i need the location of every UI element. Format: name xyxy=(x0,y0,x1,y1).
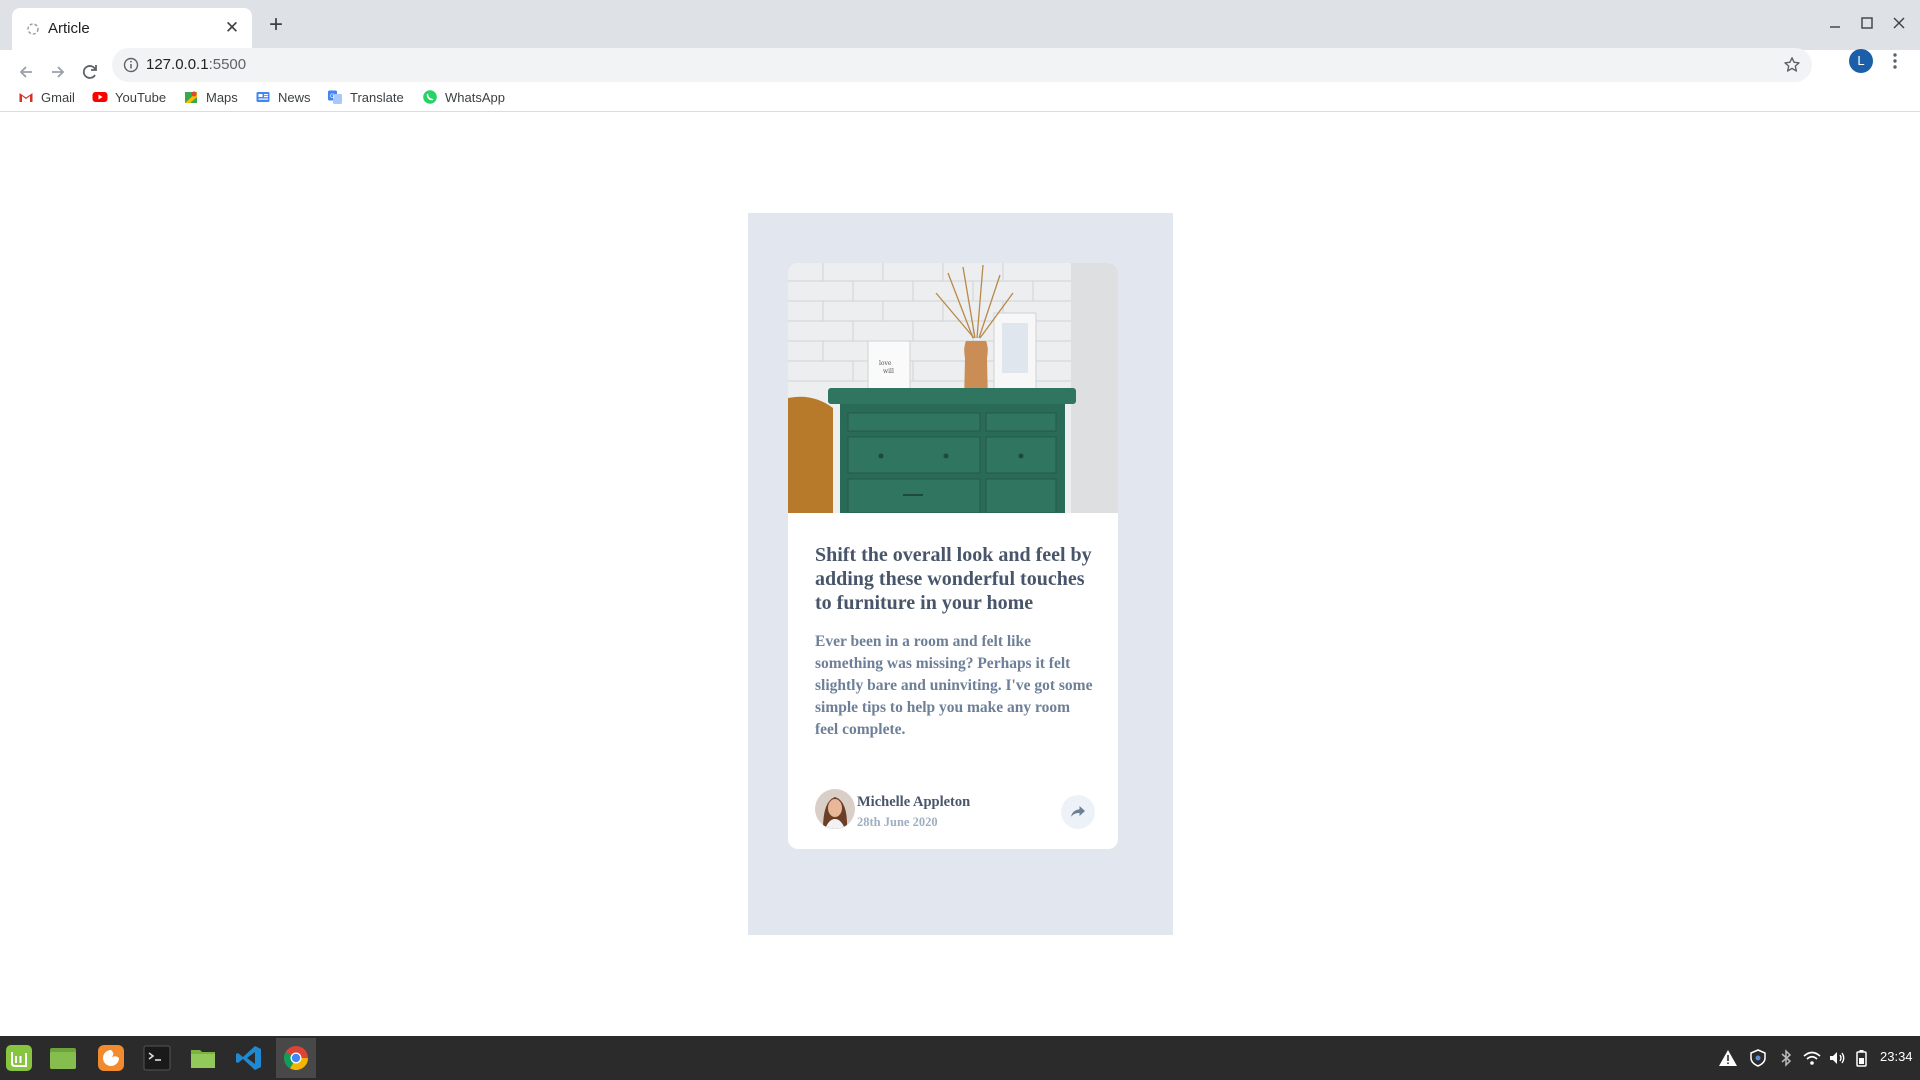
bookmark-maps[interactable]: Maps xyxy=(183,86,238,108)
site-info-icon[interactable] xyxy=(122,56,140,74)
tab-title: Article xyxy=(48,20,90,37)
clock[interactable]: 23:34 xyxy=(1880,1049,1913,1064)
article-headline[interactable]: Shift the overall look and feel by addin… xyxy=(815,543,1095,615)
wifi-icon[interactable] xyxy=(1802,1048,1822,1068)
bookmarks-bar: Gmail YouTube Maps News G Translate What… xyxy=(0,82,1920,112)
author-name: Michelle Appleton xyxy=(857,794,971,810)
browser-menu-icon[interactable] xyxy=(1886,50,1904,72)
author-row: Michelle Appleton 28th June 2020 xyxy=(815,788,1095,832)
svg-text:G: G xyxy=(330,93,335,100)
bookmark-whatsapp[interactable]: WhatsApp xyxy=(422,86,505,108)
address-bar[interactable]: 127.0.0.1:5500 xyxy=(112,48,1812,82)
warning-icon[interactable] xyxy=(1718,1048,1738,1068)
share-button[interactable] xyxy=(1061,795,1095,829)
url-text[interactable]: 127.0.0.1:5500 xyxy=(146,56,246,73)
svg-text:will: will xyxy=(883,368,894,375)
bookmark-gmail[interactable]: Gmail xyxy=(18,86,75,108)
new-tab-button[interactable]: + xyxy=(264,13,288,38)
bookmark-youtube[interactable]: YouTube xyxy=(92,86,166,108)
author-avatar xyxy=(815,789,855,829)
page-viewport: love will Shift the overall look and fee… xyxy=(0,113,1920,1036)
publish-date: 28th June 2020 xyxy=(857,815,938,829)
article-background-panel: love will Shift the overall look and fee… xyxy=(748,213,1173,935)
bluetooth-icon[interactable] xyxy=(1776,1048,1796,1068)
bookmark-label: WhatsApp xyxy=(445,89,505,105)
url-host: 127.0.0.1 xyxy=(146,56,209,73)
article-hero-image: love will xyxy=(788,263,1118,513)
maps-icon xyxy=(185,91,197,103)
article-card: love will Shift the overall look and fee… xyxy=(788,263,1118,849)
folder-icon[interactable] xyxy=(188,1043,218,1073)
bookmark-translate[interactable]: G Translate xyxy=(327,86,404,108)
mint-menu-icon[interactable] xyxy=(4,1043,34,1073)
window-close-icon[interactable] xyxy=(1888,12,1910,34)
tab-strip: Article ✕ + xyxy=(0,0,1920,50)
battery-icon[interactable] xyxy=(1851,1048,1871,1068)
shield-icon[interactable] xyxy=(1748,1048,1768,1068)
bookmark-label: YouTube xyxy=(115,89,167,105)
news-icon xyxy=(256,92,270,102)
terminal-icon[interactable] xyxy=(142,1043,172,1073)
profile-avatar[interactable]: L xyxy=(1849,49,1873,73)
tab-close-icon[interactable]: ✕ xyxy=(222,18,242,38)
whatsapp-icon xyxy=(423,90,437,104)
volume-icon[interactable] xyxy=(1827,1048,1847,1068)
maximize-icon[interactable] xyxy=(1856,12,1878,34)
chrome-icon[interactable] xyxy=(281,1043,311,1073)
minimize-icon[interactable] xyxy=(1824,12,1846,34)
bookmark-label: News xyxy=(278,89,311,105)
vscode-icon[interactable] xyxy=(234,1043,264,1073)
youtube-icon xyxy=(92,92,108,102)
url-port: :5500 xyxy=(208,56,247,73)
taskbar: 23:34 xyxy=(0,1036,1920,1080)
translate-icon: G xyxy=(328,90,342,104)
bookmark-label: Gmail xyxy=(41,89,75,105)
share-arrow-icon xyxy=(1071,806,1085,817)
gmail-icon xyxy=(19,93,33,102)
bookmark-star-icon[interactable] xyxy=(1782,55,1802,75)
firefox-icon[interactable] xyxy=(96,1043,126,1073)
bookmark-news[interactable]: News xyxy=(255,86,311,108)
page-favicon-icon xyxy=(27,23,39,35)
bookmark-label: Translate xyxy=(350,89,404,105)
article-excerpt: Ever been in a room and felt like someth… xyxy=(815,633,1093,738)
files-green-icon[interactable] xyxy=(48,1043,78,1073)
article-text: Shift the overall look and feel by addin… xyxy=(815,543,1095,741)
bookmark-label: Maps xyxy=(206,89,238,105)
tab-article[interactable]: Article ✕ xyxy=(12,8,252,50)
svg-text:love: love xyxy=(879,360,892,367)
